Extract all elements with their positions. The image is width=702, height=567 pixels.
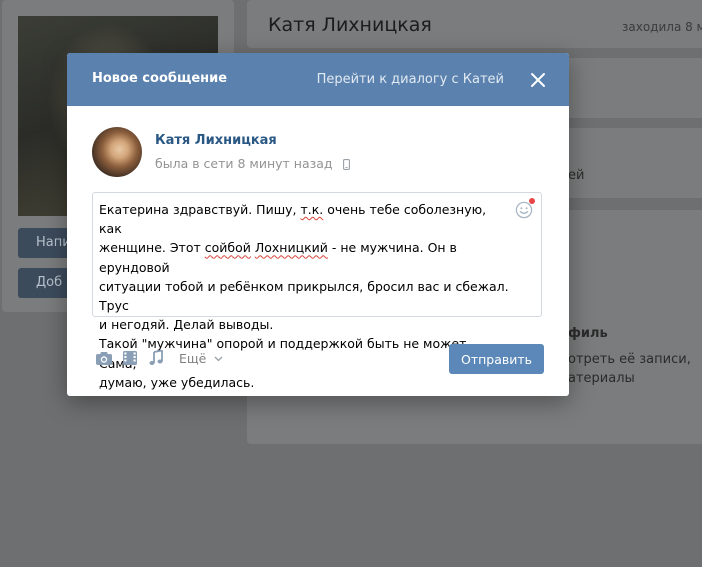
profile-name: Катя Лихницкая — [268, 14, 432, 36]
recipient-name[interactable]: Катя Лихницкая — [155, 133, 277, 148]
bg-text-fragment: филь — [568, 326, 608, 341]
message-text: сойбой — [204, 240, 251, 256]
attachments-bar: Ещё — [95, 350, 223, 366]
music-icon[interactable] — [147, 350, 165, 366]
recipient-status: была в сети 8 минут назад — [155, 156, 350, 171]
phone-icon — [342, 159, 350, 170]
status-text: была в сети 8 минут назад — [155, 156, 333, 171]
message-text: и негодяй. Делай выводы. — [99, 317, 274, 333]
new-message-dialog: Новое сообщение Перейти к диалогу с Кате… — [67, 53, 569, 396]
message-text: Екатерина здравствуй. Пишу, — [99, 202, 301, 217]
video-icon[interactable] — [121, 350, 139, 366]
bg-text-fragment: отреть её записи, — [568, 352, 691, 367]
camera-icon[interactable] — [95, 350, 113, 366]
bg-text-fragment: ей — [568, 168, 585, 183]
dialog-header: Новое сообщение Перейти к диалогу с Кате… — [67, 53, 569, 106]
dialog-title: Новое сообщение — [92, 71, 228, 86]
notification-dot — [529, 198, 535, 204]
message-input[interactable]: Екатерина здравствуй. Пишу, т.к. очень т… — [92, 192, 542, 390]
more-label: Ещё — [179, 350, 207, 366]
chevron-down-icon — [214, 356, 223, 361]
avatar[interactable] — [92, 127, 142, 177]
message-text: т.к. — [300, 202, 324, 217]
message-text: женщине. Этот — [99, 240, 205, 256]
more-attachments-button[interactable]: Ещё — [179, 351, 223, 366]
last-seen-label: заходила 8 м — [622, 20, 702, 34]
send-button[interactable]: Отправить — [449, 344, 544, 374]
close-icon[interactable] — [530, 72, 546, 88]
message-text: думаю, уже убедилась. — [99, 374, 255, 390]
bg-text-fragment: атериалы — [568, 371, 635, 386]
message-text: Лохницкий — [254, 240, 328, 256]
go-to-dialog-link[interactable]: Перейти к диалогу с Катей — [317, 72, 504, 87]
message-text: ситуации тобой и ребёнком прикрылся, бро… — [99, 278, 509, 314]
emoji-icon[interactable] — [515, 198, 535, 219]
